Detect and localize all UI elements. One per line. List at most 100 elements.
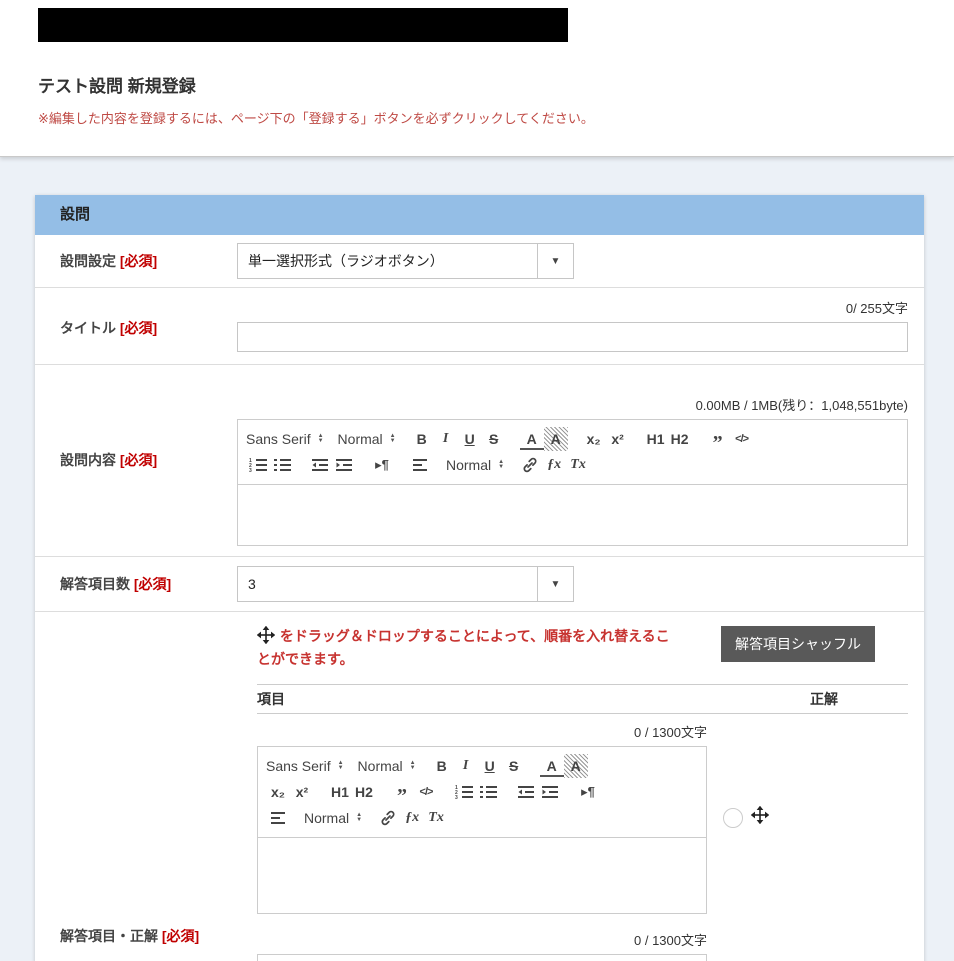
- question-content-editor-body[interactable]: [238, 485, 907, 545]
- text-direction-icon[interactable]: ▸¶: [370, 453, 394, 477]
- answer-count-label: 解答項目数 [必須]: [60, 574, 237, 595]
- question-content-editor: Sans Serif▲▼ Normal▲▼ B I U S A A x₂ x² …: [237, 419, 908, 546]
- background-color-icon[interactable]: A: [544, 427, 568, 451]
- blockquote-icon[interactable]: ”: [390, 780, 414, 804]
- redacted-region: [38, 8, 568, 42]
- correct-answer-radio[interactable]: [723, 808, 743, 828]
- required-badge: [必須]: [134, 576, 171, 592]
- link-icon[interactable]: [518, 453, 542, 477]
- font-picker[interactable]: Sans Serif▲▼: [246, 431, 324, 447]
- outdent-icon[interactable]: [308, 453, 332, 477]
- subscript-icon[interactable]: x₂: [582, 427, 606, 451]
- picker-arrows-icon: ▲▼: [356, 813, 362, 823]
- question-content-label: 設問内容 [必須]: [60, 395, 237, 546]
- column-header-correct: 正解: [810, 689, 908, 709]
- picker-arrows-icon: ▲▼: [390, 434, 396, 444]
- answer-item-editor-body[interactable]: [258, 838, 706, 913]
- background-color-icon[interactable]: A: [564, 754, 588, 778]
- strikethrough-icon[interactable]: S: [502, 754, 526, 778]
- ordered-list-icon[interactable]: 123: [452, 780, 476, 804]
- superscript-icon[interactable]: x²: [290, 780, 314, 804]
- page-header: テスト設問 新規登録 ※編集した内容を登録するには、ページ下の「登録する」ボタン…: [0, 0, 954, 157]
- required-badge: [必須]: [162, 928, 199, 944]
- answers-table-header: 項目 正解: [257, 684, 908, 714]
- required-badge: [必須]: [120, 320, 157, 336]
- title-input[interactable]: [237, 322, 908, 352]
- header1-icon[interactable]: H1: [328, 780, 352, 804]
- bold-icon[interactable]: B: [430, 754, 454, 778]
- ordered-list-icon[interactable]: 123: [246, 453, 270, 477]
- question-form-card: 設問 設問設定 [必須] 単一選択形式（ラジオボタン） ▼ タイトル [必須] …: [35, 195, 924, 961]
- text-direction-icon[interactable]: ▸¶: [576, 780, 600, 804]
- picker-arrows-icon: ▲▼: [318, 434, 324, 444]
- formula-icon[interactable]: ƒx: [542, 453, 566, 477]
- title-label: タイトル [必須]: [60, 298, 237, 352]
- title-row: タイトル [必須] 0/ 255文字: [35, 288, 924, 365]
- move-icon: [257, 631, 279, 647]
- clean-format-icon[interactable]: Tx: [424, 806, 448, 830]
- answers-row: 解答項目・正解 [必須] をドラッグ＆ドロップすることによって、順番を入れ替える…: [35, 612, 924, 961]
- answer-item-row: 0 / 1300文字 Sans Serif▲▼ Normal▲▼ B I U S…: [257, 722, 908, 914]
- font-picker[interactable]: Sans Serif▲▼: [266, 758, 344, 774]
- svg-text:3: 3: [455, 795, 458, 801]
- editor-toolbar: Sans Serif▲▼ Normal▲▼ B I U S A A x₂ x² …: [258, 747, 706, 838]
- size-picker[interactable]: Normal▲▼: [358, 758, 416, 774]
- answers-label: 解答項目・正解 [必須]: [60, 626, 237, 961]
- text-color-icon[interactable]: A: [520, 430, 544, 450]
- shuffle-answers-button[interactable]: 解答項目シャッフル: [721, 626, 875, 662]
- editor-toolbar: Sans Serif▲▼ Normal▲▼ B I U S A A x₂ x² …: [258, 955, 706, 961]
- line-height-picker[interactable]: Normal▲▼: [446, 457, 504, 473]
- text-color-icon[interactable]: A: [540, 757, 564, 777]
- bold-icon[interactable]: B: [410, 427, 434, 451]
- chevron-down-icon: ▼: [537, 567, 573, 601]
- content-size-counter: 0.00MB / 1MB(残り：1,048,551byte): [237, 395, 908, 414]
- answer-item-counter: 0 / 1300文字: [257, 722, 707, 741]
- answer-count-select[interactable]: 3 ▼: [237, 566, 574, 602]
- answer-count-row: 解答項目数 [必須] 3 ▼: [35, 557, 924, 612]
- superscript-icon[interactable]: x²: [606, 427, 630, 451]
- subscript-icon[interactable]: x₂: [266, 780, 290, 804]
- title-char-counter: 0/ 255文字: [237, 298, 908, 317]
- question-type-select[interactable]: 単一選択形式（ラジオボタン） ▼: [237, 243, 574, 279]
- italic-icon[interactable]: I: [434, 427, 458, 451]
- question-type-row: 設問設定 [必須] 単一選択形式（ラジオボタン） ▼: [35, 235, 924, 288]
- page-note: ※編集した内容を登録するには、ページ下の「登録する」ボタンを必ずクリックしてくだ…: [38, 108, 594, 127]
- indent-icon[interactable]: [332, 453, 356, 477]
- italic-icon[interactable]: I: [454, 754, 478, 778]
- header2-icon[interactable]: H2: [668, 427, 692, 451]
- required-badge: [必須]: [120, 452, 157, 468]
- size-picker[interactable]: Normal▲▼: [338, 431, 396, 447]
- move-icon[interactable]: [751, 806, 769, 829]
- underline-icon[interactable]: U: [478, 754, 502, 778]
- align-icon[interactable]: [266, 806, 290, 830]
- underline-icon[interactable]: U: [458, 427, 482, 451]
- chevron-down-icon: ▼: [537, 244, 573, 278]
- link-icon[interactable]: [376, 806, 400, 830]
- picker-arrows-icon: ▲▼: [410, 761, 416, 771]
- line-height-picker[interactable]: Normal▲▼: [304, 810, 362, 826]
- main-content: 設問 設問設定 [必須] 単一選択形式（ラジオボタン） ▼ タイトル [必須] …: [0, 157, 954, 961]
- page-title: テスト設問 新規登録: [38, 72, 196, 97]
- drag-instruction: をドラッグ＆ドロップすることによって、順番を入れ替えることができます。: [257, 626, 677, 670]
- align-icon[interactable]: [408, 453, 432, 477]
- blockquote-icon[interactable]: ”: [706, 427, 730, 451]
- indent-icon[interactable]: [538, 780, 562, 804]
- picker-arrows-icon: ▲▼: [498, 460, 504, 470]
- section-header: 設問: [35, 195, 924, 235]
- editor-toolbar: Sans Serif▲▼ Normal▲▼ B I U S A A x₂ x² …: [238, 420, 907, 485]
- answer-item-editor: Sans Serif▲▼ Normal▲▼ B I U S A A x₂ x² …: [257, 746, 707, 914]
- code-block-icon[interactable]: </>: [730, 427, 754, 451]
- header2-icon[interactable]: H2: [352, 780, 376, 804]
- code-block-icon[interactable]: </>: [414, 780, 438, 804]
- answer-item-editor: Sans Serif▲▼ Normal▲▼ B I U S A A x₂ x² …: [257, 954, 707, 961]
- formula-icon[interactable]: ƒx: [400, 806, 424, 830]
- clean-format-icon[interactable]: Tx: [566, 453, 590, 477]
- picker-arrows-icon: ▲▼: [338, 761, 344, 771]
- column-header-item: 項目: [257, 689, 810, 709]
- strikethrough-icon[interactable]: S: [482, 427, 506, 451]
- bullet-list-icon[interactable]: [270, 453, 294, 477]
- header1-icon[interactable]: H1: [644, 427, 668, 451]
- bullet-list-icon[interactable]: [476, 780, 500, 804]
- outdent-icon[interactable]: [514, 780, 538, 804]
- question-type-label: 設問設定 [必須]: [60, 251, 237, 272]
